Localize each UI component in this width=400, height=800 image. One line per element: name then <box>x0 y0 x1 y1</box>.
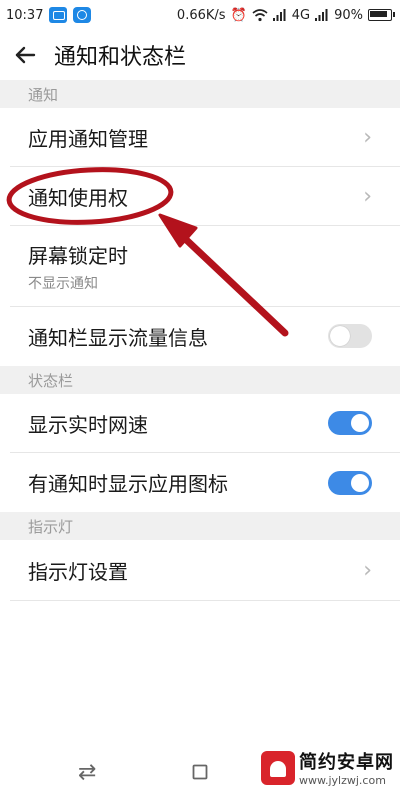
row-subtitle: 不显示通知 <box>28 275 98 292</box>
status-left: 10:37 <box>0 7 92 23</box>
alarm-icon: ⏰ <box>230 7 247 23</box>
chat-app-icon <box>73 7 92 23</box>
row-label: 有通知时显示应用图标 <box>28 472 228 496</box>
signal-icon-2 <box>315 9 328 21</box>
watermark: 简约安卓网 www.jylzwj.com <box>261 748 394 787</box>
show-icon-toggle[interactable] <box>328 470 372 495</box>
section-header-notify: 通知 <box>0 80 400 108</box>
row-app-notify[interactable]: 应用通知管理 › <box>0 108 400 166</box>
row-traffic-info: 通知栏显示流量信息 <box>0 307 400 365</box>
realtime-speed-toggle[interactable] <box>328 411 372 435</box>
section-header-statusbar: 状态栏 <box>0 366 400 394</box>
status-bar: 10:37 0.66K/s ⏰ 4G 90% <box>0 0 400 30</box>
row-label: 通知使用权 <box>28 185 128 210</box>
network-type: 4G <box>291 7 311 23</box>
nav-back-icon[interactable]: ⇄ <box>78 760 96 785</box>
row-realtime-speed: 显示实时网速 <box>0 394 400 452</box>
row-label: 显示实时网速 <box>28 412 148 437</box>
signal-icon <box>272 9 286 21</box>
wifi-icon <box>252 8 268 21</box>
watermark-texts: 简约安卓网 www.jylzwj.com <box>299 748 394 787</box>
row-label: 通知栏显示流量信息 <box>28 325 208 350</box>
nav-home-icon[interactable] <box>192 764 208 780</box>
header: 通知和状态栏 <box>0 30 400 80</box>
divider <box>10 600 400 601</box>
row-notify-access[interactable]: 通知使用权 › <box>0 167 400 225</box>
row-indicator-settings[interactable]: 指示灯设置 › <box>0 540 400 600</box>
section-header-indicator: 指示灯 <box>0 512 400 540</box>
row-label: 应用通知管理 <box>28 126 148 151</box>
back-arrow-icon[interactable] <box>0 30 50 80</box>
chevron-right-icon: › <box>363 183 372 209</box>
status-time: 10:37 <box>6 7 44 23</box>
chevron-right-icon: › <box>363 124 372 150</box>
battery-percent: 90% <box>334 7 363 23</box>
row-label: 指示灯设置 <box>28 559 128 584</box>
watermark-logo-icon <box>261 750 295 785</box>
page-title: 通知和状态栏 <box>54 45 187 70</box>
row-lock-screen[interactable]: 屏幕锁定时 不显示通知 <box>0 226 400 306</box>
row-label: 屏幕锁定时 <box>28 243 128 268</box>
watermark-title: 简约安卓网 <box>299 752 394 773</box>
watermark-url: www.jylzwj.com <box>299 774 386 787</box>
battery-icon <box>368 9 395 21</box>
row-texts: 屏幕锁定时 不显示通知 <box>28 240 128 293</box>
row-show-icon: 有通知时显示应用图标 <box>0 453 400 512</box>
message-app-icon <box>49 7 68 23</box>
traffic-info-toggle[interactable] <box>328 324 372 348</box>
status-right: 0.66K/s ⏰ 4G 90% <box>177 8 400 23</box>
network-speed: 0.66K/s <box>176 7 226 23</box>
chevron-right-icon: › <box>363 557 372 583</box>
